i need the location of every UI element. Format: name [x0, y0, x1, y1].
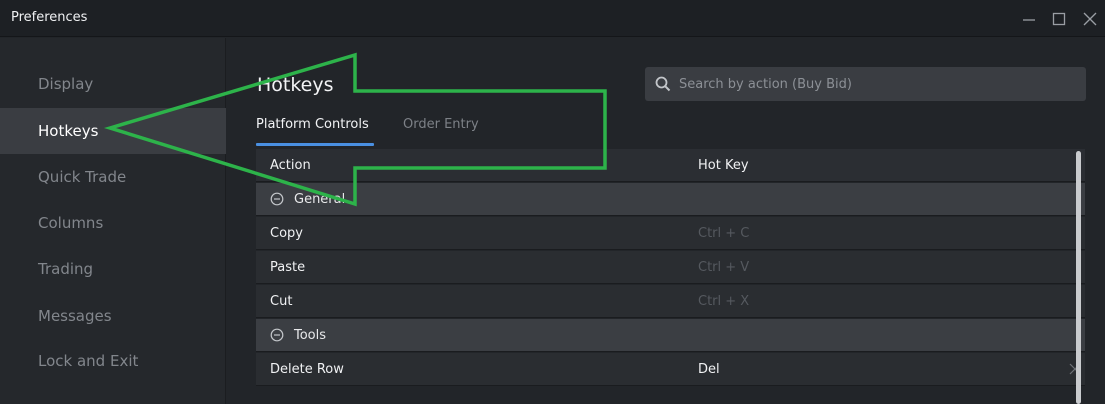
hotkey-cell[interactable]: Ctrl + C — [698, 226, 749, 241]
page-title: Hotkeys — [257, 74, 334, 96]
hotkey-cell[interactable]: Ctrl + V — [698, 260, 749, 275]
group-label: Tools — [294, 327, 327, 343]
action-cell: Copy — [270, 225, 303, 241]
group-row-tools[interactable]: Tools — [256, 319, 1085, 352]
collapse-circle-icon[interactable] — [270, 192, 284, 206]
hotkey-cell[interactable]: Ctrl + X — [698, 294, 749, 309]
sidebar-item-trading[interactable]: Trading — [0, 246, 226, 292]
sidebar-item-lock-and-exit[interactable]: Lock and Exit — [0, 338, 226, 384]
action-cell: Cut — [270, 293, 293, 309]
hotkey-cell[interactable]: Del — [698, 362, 720, 377]
table-header-row: Action Hot Key — [256, 149, 1085, 182]
tab-platform-controls[interactable]: Platform Controls — [256, 117, 369, 132]
maximize-button[interactable] — [1044, 0, 1074, 37]
sidebar-item-label: Trading — [38, 260, 94, 278]
close-icon — [1083, 12, 1097, 25]
collapse-circle-icon[interactable] — [270, 328, 284, 342]
sidebar: Display Hotkeys Quick Trade Columns Trad… — [0, 38, 226, 404]
table-row[interactable]: Delete Row Del — [256, 353, 1085, 386]
sidebar-item-label: Lock and Exit — [38, 352, 139, 370]
group-label: General — [294, 191, 346, 207]
sidebar-item-label: Quick Trade — [38, 168, 127, 186]
action-cell: Paste — [270, 259, 306, 275]
sidebar-item-messages[interactable]: Messages — [0, 293, 226, 339]
active-tab-indicator — [256, 143, 374, 146]
vertical-scrollbar[interactable] — [1076, 151, 1081, 404]
hotkeys-table: Action Hot Key General Copy Ctrl + C Pas… — [256, 149, 1085, 404]
column-header-hotkey[interactable]: Hot Key — [698, 158, 749, 173]
maximize-icon — [1052, 12, 1066, 25]
search-box[interactable] — [645, 67, 1086, 101]
sidebar-item-quick-trade[interactable]: Quick Trade — [0, 154, 226, 200]
sidebar-item-label: Display — [38, 75, 94, 93]
action-cell: Delete Row — [270, 361, 344, 377]
sidebar-item-label: Hotkeys — [38, 122, 99, 140]
minimize-icon — [1023, 18, 1035, 21]
sidebar-item-label: Columns — [38, 214, 104, 232]
main-panel: Hotkeys Platform Controls Order Entry Ac… — [227, 38, 1105, 404]
tab-order-entry[interactable]: Order Entry — [403, 117, 479, 132]
search-icon — [655, 76, 671, 92]
sidebar-item-hotkeys[interactable]: Hotkeys — [0, 108, 226, 154]
minimize-button[interactable] — [1014, 0, 1044, 37]
sidebar-item-columns[interactable]: Columns — [0, 200, 226, 246]
search-input[interactable] — [679, 76, 1079, 92]
window-title: Preferences — [11, 10, 88, 25]
close-button[interactable] — [1075, 0, 1105, 37]
sidebar-item-display[interactable]: Display — [0, 61, 226, 107]
group-row-general[interactable]: General — [256, 183, 1085, 216]
table-row[interactable]: Copy Ctrl + C — [256, 217, 1085, 250]
table-row[interactable]: Cut Ctrl + X — [256, 285, 1085, 318]
column-header-action[interactable]: Action — [270, 158, 311, 173]
sidebar-item-label: Messages — [38, 307, 112, 325]
title-bar: Preferences — [0, 0, 1105, 37]
table-row[interactable]: Paste Ctrl + V — [256, 251, 1085, 284]
